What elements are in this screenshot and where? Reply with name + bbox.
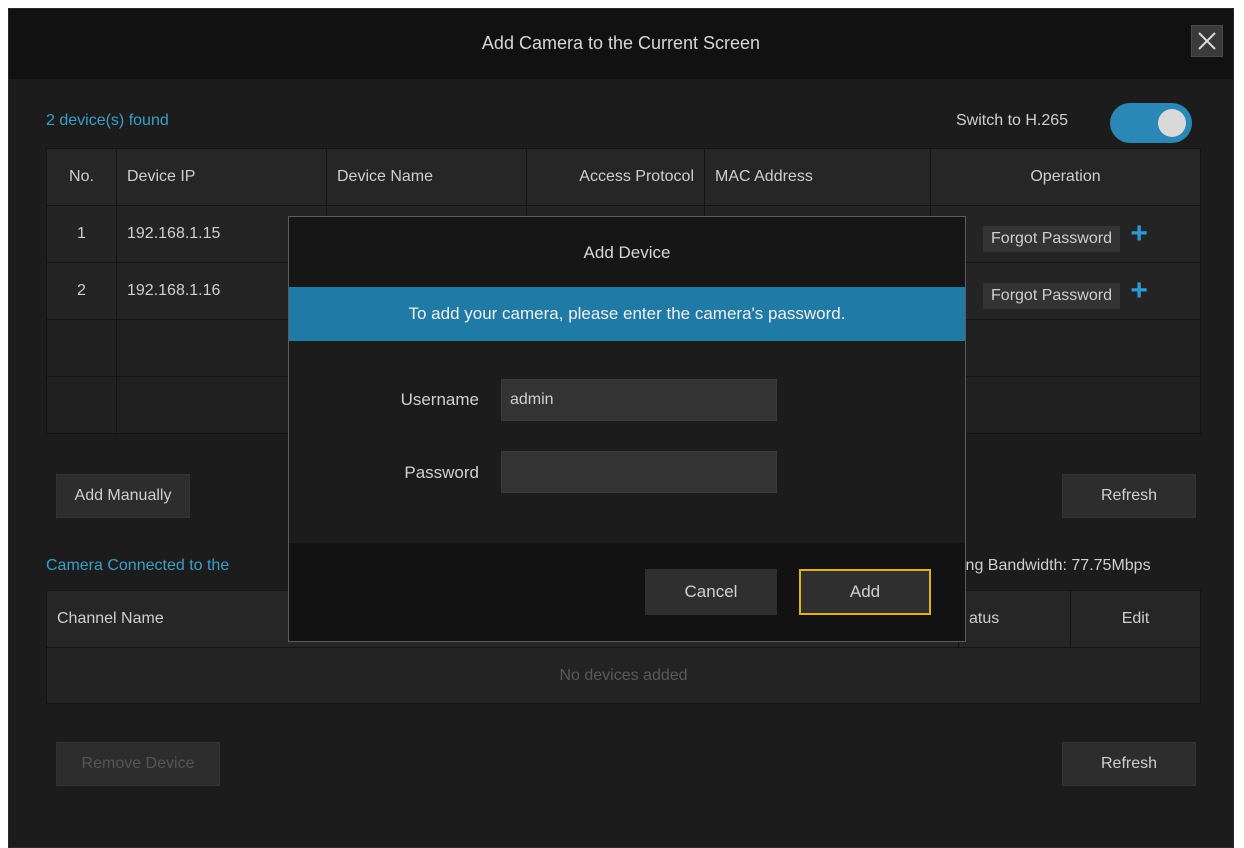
row-operation: Forgot Password + xyxy=(930,262,1201,320)
col-status: atus xyxy=(958,590,1071,648)
col-device-name: Device Name xyxy=(326,148,527,206)
password-input[interactable] xyxy=(501,451,777,493)
col-no: No. xyxy=(46,148,117,206)
dialog-title: Add Device xyxy=(583,243,671,262)
refresh-connected-button[interactable]: Refresh xyxy=(1062,742,1196,786)
close-icon xyxy=(1198,32,1216,50)
toggle-knob xyxy=(1158,109,1186,137)
row-operation: Forgot Password + xyxy=(930,205,1201,263)
password-label: Password xyxy=(404,463,479,482)
username-input[interactable] xyxy=(501,379,777,421)
cancel-button[interactable]: Cancel xyxy=(645,569,777,615)
forgot-password-button[interactable]: Forgot Password xyxy=(983,225,1120,252)
title-bar: Add Camera to the Current Screen xyxy=(9,9,1233,79)
empty-message: No devices added xyxy=(46,647,1201,704)
add-plus-icon[interactable]: + xyxy=(1130,274,1148,307)
close-button[interactable] xyxy=(1191,25,1223,57)
connected-cameras-label: Camera Connected to the xyxy=(46,557,230,574)
dialog-header: Add Device xyxy=(289,217,965,287)
devices-found-count: 2 device(s) found xyxy=(46,112,169,129)
dialog-info-banner: To add your camera, please enter the cam… xyxy=(289,287,965,341)
add-button[interactable]: Add xyxy=(799,569,931,615)
h265-toggle[interactable] xyxy=(1110,103,1192,143)
h265-switch-label: Switch to H.265 xyxy=(956,112,1069,129)
col-edit: Edit xyxy=(1070,590,1201,648)
col-access-protocol: Access Protocol xyxy=(526,148,705,206)
col-mac-address: MAC Address xyxy=(704,148,931,206)
add-device-dialog: Add Device To add your camera, please en… xyxy=(288,216,966,642)
remove-device-button[interactable]: Remove Device xyxy=(56,742,220,786)
row-no: 1 xyxy=(46,205,117,263)
refresh-devices-button[interactable]: Refresh xyxy=(1062,474,1196,518)
window-title: Add Camera to the Current Screen xyxy=(481,33,761,53)
forgot-password-button[interactable]: Forgot Password xyxy=(983,282,1120,309)
row-no: 2 xyxy=(46,262,117,320)
username-label: Username xyxy=(400,390,479,409)
add-manually-button[interactable]: Add Manually xyxy=(56,474,190,518)
dialog-body: Username Password xyxy=(289,341,965,543)
dialog-footer: Cancel Add xyxy=(289,543,965,641)
add-plus-icon[interactable]: + xyxy=(1130,217,1148,250)
col-operation: Operation xyxy=(930,148,1201,206)
col-device-ip: Device IP xyxy=(116,148,327,206)
table-header-row: No. Device IP Device Name Access Protoco… xyxy=(46,148,1201,206)
bandwidth-label: ing Bandwidth: 77.75Mbps xyxy=(962,557,1151,574)
table-row-empty: No devices added xyxy=(46,647,1201,704)
